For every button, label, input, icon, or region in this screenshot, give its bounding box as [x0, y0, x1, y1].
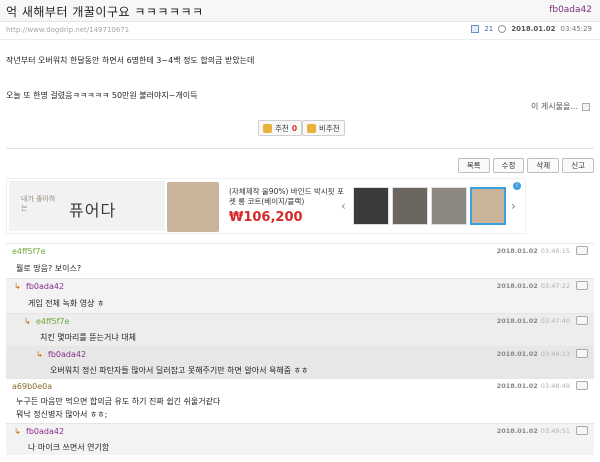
- ad-thumb-2[interactable]: [392, 187, 428, 225]
- views-count: 21: [484, 25, 494, 33]
- downvote-button[interactable]: 비추천: [302, 120, 345, 136]
- comment-text: 누구든 마음만 먹으면 합의금 유도 하기 진짜 쉽긴 쉬울거같다: [16, 397, 221, 406]
- comment-date: 2018.01.02 03:49:51: [496, 427, 570, 435]
- upvote-count: 0: [291, 123, 298, 133]
- ad-thumb-1[interactable]: [353, 187, 389, 225]
- post-body-line-1: 작년부터 오버워치 한달동안 하면서 6명한테 3~4백 정도 합의금 받았는데: [6, 56, 255, 65]
- comment-date: 2018.01.02 03:48:49: [496, 382, 570, 390]
- comment-item: ↳ fb0ada42 2018.01.02 03:47:22 게임 전체 녹화 영…: [6, 278, 594, 313]
- comment-date: 2018.01.02 03:47:40: [496, 317, 570, 325]
- more-dropdown-icon: [582, 102, 590, 111]
- comment-text-line-2: 뭐낙 정신병자 많아서 ㅎㅎ;: [16, 410, 108, 419]
- edit-button[interactable]: 수정: [492, 158, 525, 173]
- comment-author[interactable]: fb0ada42: [48, 350, 86, 359]
- post-header: 억 새해부터 개꿀이구요 ㅋㅋㅋㅋㅋㅋ fb0ada42: [0, 0, 600, 22]
- reply-arrow-icon: ↳: [14, 427, 21, 436]
- upvote-label: 추천: [275, 123, 289, 133]
- reply-icon[interactable]: [576, 426, 588, 435]
- comment-text: 오버워치 정신 파탄자들 많아서 딜러잡고 못해주기만 하면 알아서 욕해줌 ㅎ…: [50, 366, 309, 375]
- comment-date: 2018.01.02 03:46:15: [496, 247, 570, 255]
- comment-list: e4ff5f7e 2018.01.02 03:46:15 뭘로 땅음? 보이스? …: [6, 243, 594, 455]
- thumbs-down-icon: [307, 123, 316, 133]
- post-time: 03:45:29: [560, 25, 592, 33]
- reply-arrow-icon: ↳: [24, 317, 31, 326]
- ad-logo-panel: 내가 좋아하는 퓨어다: [9, 181, 165, 231]
- post-body-line-2: 오늘 또 한명 걸렸음ㅋㅋㅋㅋㅋ 50만원 불러야지~개이득: [6, 91, 198, 100]
- ad-description: (자체제작 울90%) 바인드 박시핏 포켓 롱 코트(베이지/블랙): [229, 187, 344, 206]
- comment-author[interactable]: e4ff5f7e: [36, 317, 69, 326]
- reply-icon[interactable]: [576, 381, 588, 390]
- ad-banner[interactable]: 내가 좋아하는 퓨어다 (자체제작 울90%) 바인드 박시핏 포켓 롱 코트(…: [6, 178, 526, 234]
- comment-text: 뭘로 땅음? 보이스?: [16, 264, 82, 273]
- downvote-label: 비추천: [319, 123, 340, 133]
- clock-icon: [498, 25, 507, 33]
- ad-product-image[interactable]: [167, 182, 219, 232]
- delete-button[interactable]: 삭제: [527, 158, 560, 173]
- post-title: 억 새해부터 개꿀이구요 ㅋㅋㅋㅋㅋㅋ: [6, 5, 204, 19]
- reply-icon[interactable]: [576, 246, 588, 255]
- ad-next-arrow[interactable]: ›: [511, 199, 516, 213]
- more-label: 이 게시물을...: [531, 102, 578, 111]
- comment-author[interactable]: fb0ada42: [26, 282, 64, 291]
- thumbs-up-icon: [263, 123, 272, 133]
- post-meta: http://www.dogdrip.net/149710671 21 2018…: [0, 22, 600, 40]
- comment-item: ↳ fb0ada42 2018.01.02 03:49:51 나 마이크 쓰면서 …: [6, 423, 594, 455]
- ad-thumb-3[interactable]: [431, 187, 467, 225]
- comment-author[interactable]: e4ff5f7e: [12, 247, 45, 256]
- comment-author[interactable]: a69b0e0a: [12, 382, 52, 391]
- report-button[interactable]: 신고: [562, 158, 594, 173]
- comment-text: 치킨 몇마리를 뜯는거냐 대체: [40, 333, 136, 342]
- comment-date: 2018.01.02 03:47:22: [496, 282, 570, 290]
- reply-arrow-icon: ↳: [14, 282, 21, 291]
- comment-item: ↳ fb0ada42 2018.01.02 03:48:13 오버워치 정신 파탄…: [6, 346, 594, 378]
- comment-text: 나 마이크 쓰면서 연기함: [28, 443, 110, 452]
- ad-thumb-4[interactable]: [470, 187, 506, 225]
- comment-item: a69b0e0a 2018.01.02 03:48:49 누구든 마음만 먹으면 …: [6, 378, 594, 423]
- post-action-bar: 목록 수정 삭제 신고: [457, 158, 594, 173]
- reply-icon[interactable]: [576, 316, 588, 325]
- comment-item: e4ff5f7e 2018.01.02 03:46:15 뭘로 땅음? 보이스?: [6, 243, 594, 278]
- upvote-button[interactable]: 추천 0: [258, 120, 303, 136]
- post-more-menu[interactable]: 이 게시물을...: [531, 101, 590, 112]
- reply-icon[interactable]: [576, 281, 588, 290]
- comment-author[interactable]: fb0ada42: [26, 427, 64, 436]
- post-meta-right: 21 2018.01.02 03:45:29: [471, 25, 592, 33]
- adchoice-icon[interactable]: i: [513, 182, 521, 190]
- ad-price: ₩106,200: [229, 210, 303, 225]
- views-icon: [471, 25, 480, 33]
- post-url[interactable]: http://www.dogdrip.net/149710671: [6, 26, 129, 34]
- divider: [6, 148, 594, 149]
- comment-date: 2018.01.02 03:48:13: [496, 350, 570, 358]
- ad-prev-arrow[interactable]: ‹: [341, 199, 346, 213]
- comment-text: 게임 전체 녹화 영상 ㅎ: [28, 299, 105, 308]
- post-date: 2018.01.02: [511, 25, 556, 33]
- post-author[interactable]: fb0ada42: [549, 5, 592, 15]
- ad-logo-big: 퓨어다: [69, 201, 117, 220]
- list-button[interactable]: 목록: [457, 158, 490, 173]
- reply-arrow-icon: ↳: [36, 350, 43, 359]
- reply-icon[interactable]: [576, 349, 588, 358]
- comment-item: ↳ e4ff5f7e 2018.01.02 03:47:40 치킨 몇마리를 뜯는…: [6, 313, 594, 346]
- ad-logo-small: 내가 좋아하는: [21, 195, 56, 212]
